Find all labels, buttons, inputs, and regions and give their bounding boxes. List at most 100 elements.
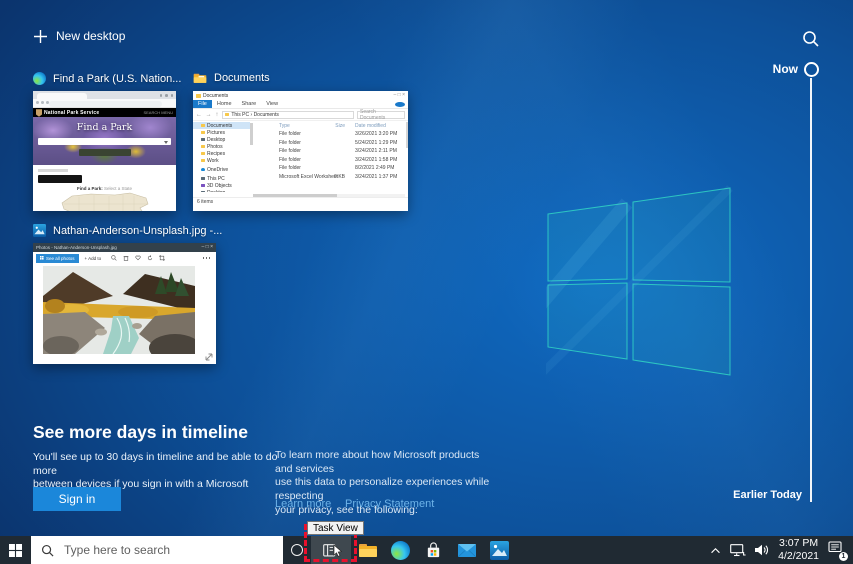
task-view-tooltip: Task View bbox=[307, 521, 364, 535]
horizontal-scrollbar bbox=[253, 194, 405, 198]
sidebar-item: This PC bbox=[193, 175, 250, 182]
sidebar-item: OneDrive bbox=[193, 166, 250, 173]
windows-start-icon bbox=[9, 544, 22, 557]
mail-button[interactable] bbox=[450, 536, 483, 564]
file-row: File folder3/24/2021 2:11 PM bbox=[255, 147, 405, 156]
folder-icon bbox=[201, 124, 205, 128]
add-to-button: + Add to bbox=[85, 256, 102, 261]
volume-icon[interactable] bbox=[755, 544, 769, 556]
see-all-photos-button: See all photos bbox=[36, 254, 79, 263]
list-column-headers: Type Size Date modified bbox=[255, 122, 405, 130]
timeline-search-icon[interactable] bbox=[802, 30, 820, 48]
taskbar-search-input[interactable] bbox=[62, 542, 252, 558]
photos-icon bbox=[33, 224, 46, 237]
folder-icon bbox=[201, 145, 205, 149]
new-desktop-label: New desktop bbox=[56, 29, 125, 43]
tray-chevron-up-icon[interactable] bbox=[710, 547, 721, 554]
explorer-window-thumbnail[interactable]: Documents – □ × File Home Share View ← →… bbox=[193, 91, 408, 211]
windows-logo-wallpaper bbox=[546, 183, 736, 379]
store-button[interactable] bbox=[417, 536, 450, 564]
photo-canvas bbox=[33, 264, 216, 364]
photos-title-bar: Photos - Nathan-Anderson-Unsplash.jpg – … bbox=[33, 243, 216, 252]
explorer-window-label: Documents bbox=[193, 72, 270, 84]
crop-icon bbox=[159, 255, 165, 261]
window-controls: – □ × bbox=[202, 245, 214, 250]
sidebar-scrollbar bbox=[250, 123, 253, 145]
explorer-title-bar: Documents – □ × bbox=[193, 91, 408, 100]
explorer-search-box: Search Documents bbox=[357, 111, 405, 119]
zoom-icon bbox=[111, 255, 117, 261]
timeline-scrubber[interactable] bbox=[810, 78, 812, 502]
new-desktop-button[interactable]: New desktop bbox=[28, 28, 131, 44]
timeline-earlier-today-label: Earlier Today bbox=[718, 489, 802, 501]
timeline-promo-heading: See more days in timeline bbox=[33, 422, 248, 443]
file-row: File folder3/24/2021 1:58 PM bbox=[255, 156, 405, 165]
delete-icon bbox=[123, 255, 129, 261]
desktop-icon bbox=[201, 138, 205, 142]
sidebar-item: Desktop bbox=[193, 136, 250, 143]
notification-badge: 1 bbox=[839, 552, 848, 561]
explorer-address-bar: ← → ↑ This PC › Documents Search Documen… bbox=[193, 109, 408, 120]
taskbar-search-box[interactable] bbox=[31, 536, 283, 564]
microsoft-store-icon bbox=[425, 542, 442, 559]
taskbar-pinned-apps bbox=[351, 536, 516, 564]
window-controls: – □ × bbox=[394, 93, 406, 98]
grid-icon bbox=[40, 256, 44, 260]
address-field: This PC › Documents bbox=[222, 111, 354, 119]
sign-in-button[interactable]: Sign in bbox=[33, 487, 121, 511]
taskbar: 3:07 PM 4/2/2021 1 bbox=[0, 536, 853, 564]
privacy-statement-link[interactable]: Privacy Statement bbox=[345, 498, 434, 510]
edge-window-thumbnail[interactable]: National Park Service SEARCH MENU Find a… bbox=[33, 91, 176, 211]
timeline-now-marker[interactable] bbox=[804, 62, 819, 77]
edge-window-label: Find a Park (U.S. Nation... bbox=[33, 72, 181, 85]
chevron-down-icon bbox=[164, 141, 168, 144]
sidebar-item: Work bbox=[193, 157, 250, 164]
folder-icon bbox=[201, 152, 205, 156]
browser-address-bar bbox=[33, 99, 176, 108]
documents-folder-icon bbox=[193, 72, 207, 84]
photos-button[interactable] bbox=[483, 536, 516, 564]
folder-icon bbox=[225, 113, 229, 116]
sidebar-item: Documents bbox=[193, 122, 250, 129]
file-explorer-icon bbox=[358, 542, 378, 558]
hero-search-button bbox=[79, 149, 131, 156]
cortana-icon bbox=[291, 544, 303, 556]
nps-hero-banner: Find a Park bbox=[33, 117, 176, 165]
ribbon-tab-view: View bbox=[261, 101, 283, 107]
explorer-sidebar: Documents Pictures Desktop Photos Recipe… bbox=[193, 122, 250, 192]
back-forward-up-icons: ← → ↑ bbox=[196, 112, 219, 118]
browser-tab-bar bbox=[33, 91, 176, 99]
timeline-now-label: Now bbox=[760, 62, 798, 76]
photos-window-thumbnail[interactable]: Photos - Nathan-Anderson-Unsplash.jpg – … bbox=[33, 243, 216, 364]
ribbon-tab-home: Home bbox=[212, 101, 237, 107]
network-icon[interactable] bbox=[730, 544, 746, 557]
search-icon bbox=[41, 544, 54, 557]
resize-handle-icon bbox=[205, 353, 213, 361]
more-options-icon bbox=[203, 257, 211, 259]
file-row: File folder8/2/2021 2:49 PM bbox=[255, 164, 405, 173]
landscape-photo bbox=[43, 266, 195, 354]
edge-button[interactable] bbox=[384, 536, 417, 564]
photos-toolbar: See all photos + Add to bbox=[33, 252, 216, 264]
sidebar-item: Photos bbox=[193, 143, 250, 150]
desktop-icon bbox=[201, 191, 205, 192]
window-controls bbox=[160, 94, 174, 97]
favorite-heart-icon bbox=[135, 255, 141, 261]
map-caption: Find a Park: Select a State bbox=[33, 186, 176, 191]
nps-site-header: National Park Service SEARCH MENU bbox=[33, 108, 176, 117]
start-button[interactable] bbox=[0, 536, 31, 564]
mouse-cursor-icon bbox=[333, 544, 342, 557]
folder-icon bbox=[201, 159, 205, 163]
sidebar-item: 3D Objects bbox=[193, 182, 250, 189]
browser-nav-buttons bbox=[36, 101, 49, 104]
list-scrollbar bbox=[406, 122, 409, 148]
action-center-button[interactable]: 1 bbox=[828, 541, 844, 559]
learn-more-link[interactable]: Learn more bbox=[275, 498, 331, 510]
system-tray: 3:07 PM 4/2/2021 1 bbox=[710, 536, 853, 564]
taskbar-clock[interactable]: 3:07 PM 4/2/2021 bbox=[778, 537, 819, 563]
ribbon-tab-file: File bbox=[193, 100, 212, 108]
help-icon bbox=[395, 102, 405, 107]
plus-icon bbox=[34, 30, 47, 43]
find-your-park-button bbox=[38, 175, 82, 183]
url-field bbox=[49, 101, 162, 107]
